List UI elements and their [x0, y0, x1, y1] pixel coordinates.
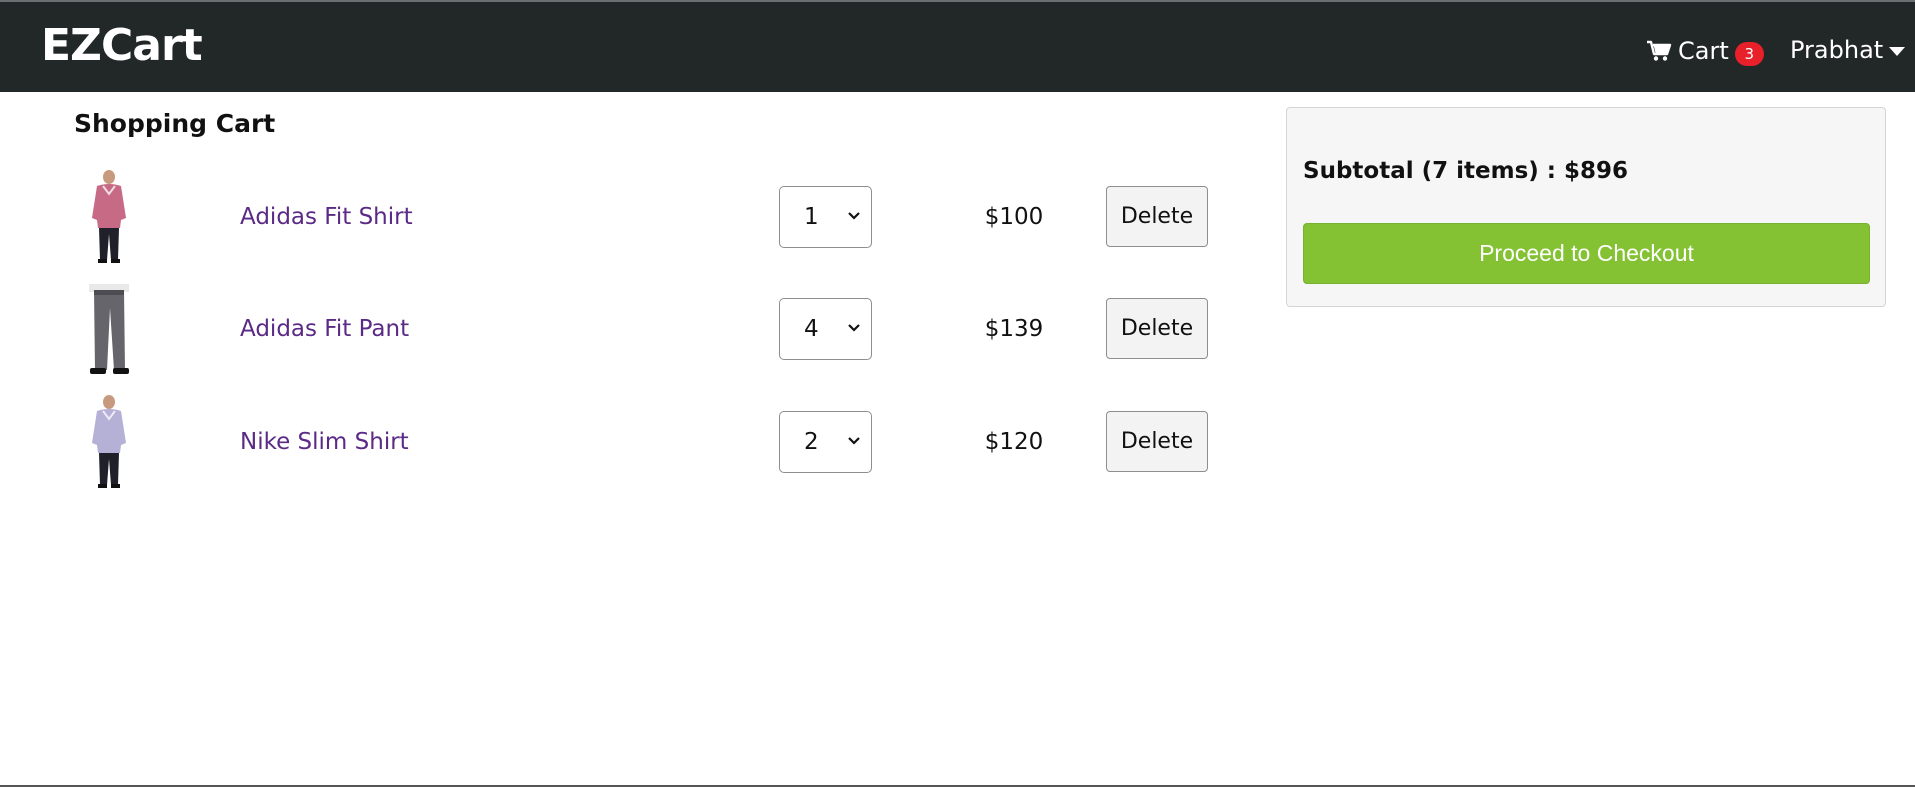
item-price: $100 [984, 204, 1044, 230]
quantity-value: 2 [804, 429, 819, 455]
cart-item-row: Adidas Fit Shirt 1 $100 Delete [74, 170, 1224, 270]
navbar: EZCart Cart 3 Prabhat [0, 2, 1915, 92]
chevron-down-icon [848, 437, 860, 445]
shopping-cart-icon [1647, 40, 1672, 61]
delete-button[interactable]: Delete [1106, 186, 1208, 247]
product-link[interactable]: Adidas Fit Shirt [240, 204, 413, 230]
brand-logo[interactable]: EZCart [41, 20, 203, 71]
item-price: $139 [984, 316, 1044, 342]
product-image-shirt-pink [92, 170, 126, 263]
product-link[interactable]: Adidas Fit Pant [240, 316, 409, 342]
order-summary-panel: Subtotal (7 items) : $896 Proceed to Che… [1286, 107, 1886, 307]
quantity-value: 4 [804, 316, 819, 342]
product-image-shirt-lavender [92, 395, 126, 488]
user-name: Prabhat [1790, 36, 1884, 64]
item-price: $120 [984, 429, 1044, 455]
chevron-down-icon [848, 212, 860, 220]
nav-cart-link[interactable]: Cart 3 [1646, 36, 1764, 66]
chevron-down-icon [848, 324, 860, 332]
user-menu-dropdown[interactable]: Prabhat [1790, 36, 1906, 64]
product-link[interactable]: Nike Slim Shirt [240, 429, 409, 455]
product-image-pants-grey [89, 284, 129, 374]
cart-item-row: Adidas Fit Pant 4 $139 Delete [74, 282, 1224, 382]
cart-item-row: Nike Slim Shirt 2 $120 Delete [74, 395, 1224, 495]
quantity-value: 1 [804, 204, 819, 230]
quantity-select[interactable]: 1 [779, 186, 872, 248]
subtotal-text: Subtotal (7 items) : $896 [1303, 158, 1628, 184]
delete-button[interactable]: Delete [1106, 411, 1208, 472]
proceed-to-checkout-button[interactable]: Proceed to Checkout [1303, 223, 1870, 284]
cart-label: Cart [1678, 37, 1729, 65]
delete-button[interactable]: Delete [1106, 298, 1208, 359]
quantity-select[interactable]: 2 [779, 411, 872, 473]
page-title: Shopping Cart [74, 109, 276, 138]
caret-down-icon [1889, 46, 1906, 56]
quantity-select[interactable]: 4 [779, 298, 872, 360]
cart-count-badge: 3 [1734, 42, 1764, 66]
